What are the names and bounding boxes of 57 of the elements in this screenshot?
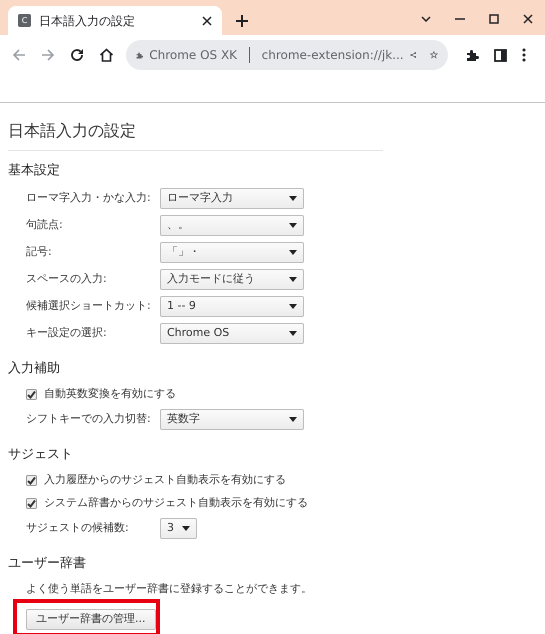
share-icon[interactable]: [410, 49, 416, 61]
checkbox[interactable]: [26, 498, 37, 509]
field-label: スペースの入力:: [26, 271, 108, 288]
checkbox[interactable]: [26, 475, 37, 486]
caret-icon: [289, 331, 297, 336]
close-icon[interactable]: [523, 14, 533, 24]
tab-title: 日本語入力の設定: [39, 12, 136, 30]
dropdown[interactable]: 入力モードに従う: [160, 269, 304, 290]
url-text: chrome-extension://jk...: [262, 47, 404, 64]
caret-icon: [289, 304, 297, 309]
section-heading: ユーザー辞書: [8, 555, 87, 572]
site-name: Chrome OS XK: [149, 47, 238, 64]
close-icon[interactable]: [202, 16, 212, 26]
field-label: サジェストの候補数:: [26, 520, 130, 536]
browser-tab[interactable]: C 日本語入力の設定: [8, 6, 222, 35]
section-heading: 入力補助: [8, 360, 61, 377]
checkbox-label: 入力履歴からのサジェスト自動表示を有効にする: [44, 472, 286, 488]
dropdown[interactable]: Chrome OS: [160, 323, 304, 344]
forward-arrow-icon[interactable]: [41, 48, 55, 62]
chevron-down-icon[interactable]: [421, 16, 431, 22]
checkbox-label: 自動英数変換を有効にする: [44, 386, 176, 402]
field-label: シフトキーでの入力切替:: [26, 411, 152, 428]
back-arrow-icon[interactable]: [12, 48, 26, 62]
manage-dictionary-button[interactable]: ユーザー辞書の管理...: [26, 608, 156, 630]
dropdown[interactable]: 3: [160, 518, 197, 539]
minimize-icon[interactable]: [455, 18, 465, 20]
dropdown[interactable]: 1 -- 9: [160, 296, 304, 317]
caret-icon: [289, 277, 297, 282]
checkbox[interactable]: [26, 389, 37, 400]
side-panel-icon[interactable]: [494, 48, 507, 62]
field-label: ローマ字入力・かな入力:: [26, 190, 152, 206]
tab-favicon: C: [18, 14, 31, 27]
field-label: 句読点:: [26, 217, 64, 234]
caret-icon: [289, 417, 297, 422]
description-text: よく使う単語をユーザー辞書に登録することができます。: [26, 580, 312, 597]
field-label: 記号:: [26, 244, 53, 260]
reload-icon[interactable]: [70, 48, 84, 62]
checkbox-label: システム辞書からのサジェスト自動表示を有効にする: [44, 495, 308, 512]
maximize-icon[interactable]: [489, 14, 499, 24]
section-heading: サジェスト: [8, 446, 74, 463]
dropdown[interactable]: 「」・: [160, 242, 304, 263]
caret-icon: [289, 223, 297, 228]
address-bar[interactable]: Chrome OS XK chrome-extension://jk...: [126, 40, 448, 70]
caret-icon: [182, 526, 190, 531]
dropdown[interactable]: 、。: [160, 215, 304, 236]
menu-icon[interactable]: [522, 48, 526, 62]
new-tab-icon[interactable]: [236, 15, 248, 27]
field-label: 候補選択ショートカット:: [26, 298, 152, 314]
caret-icon: [289, 250, 297, 255]
page-title: 日本語入力の設定: [8, 120, 136, 142]
field-label: キー設定の選択:: [26, 325, 108, 342]
section-heading: 基本設定: [8, 162, 61, 179]
caret-icon: [289, 196, 297, 201]
home-icon[interactable]: [99, 48, 114, 62]
dropdown[interactable]: ローマ字入力: [160, 188, 304, 209]
puzzle-piece-icon[interactable]: [466, 48, 479, 62]
dropdown[interactable]: 英数字: [160, 409, 304, 430]
